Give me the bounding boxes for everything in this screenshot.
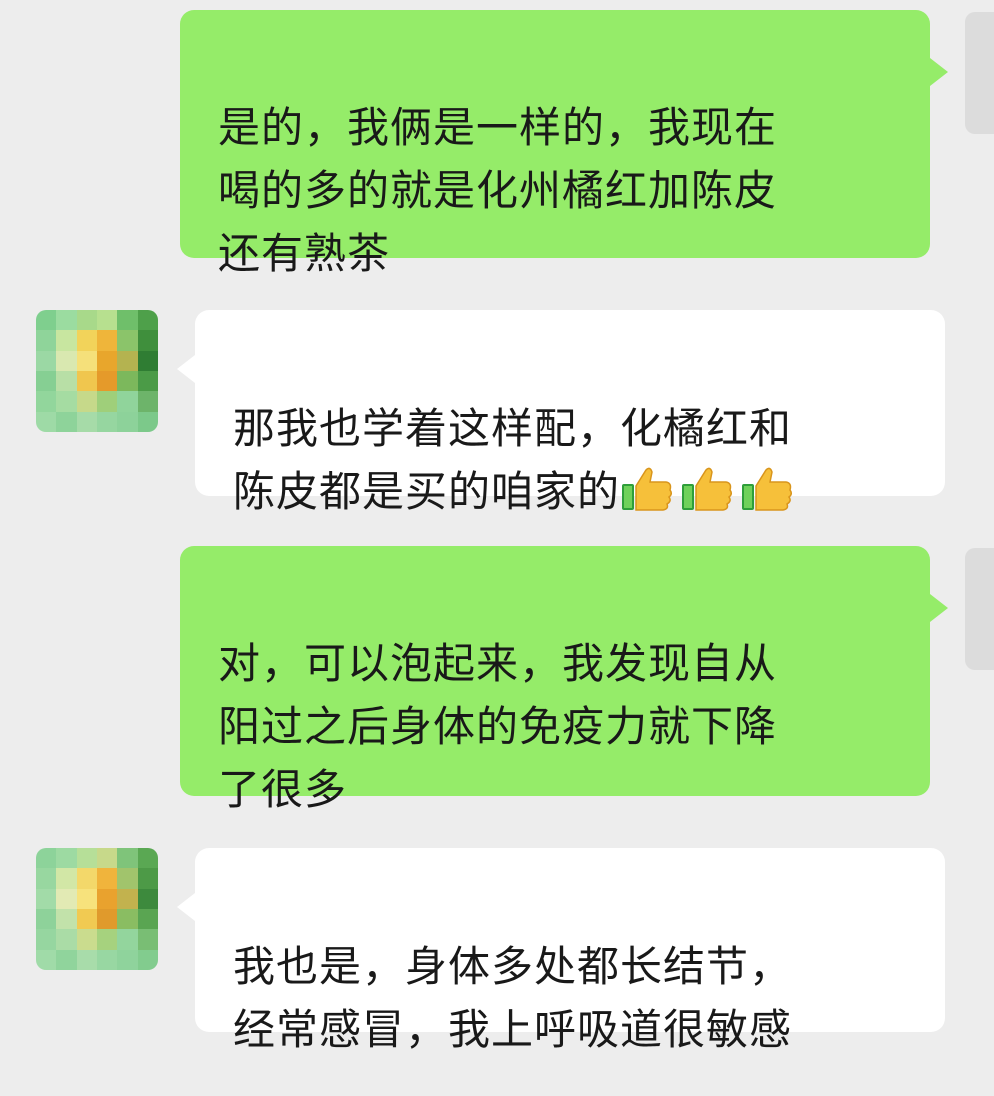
thumbs-up-icon [622, 467, 673, 511]
thumbs-up-icon [742, 467, 793, 511]
contact-avatar[interactable] [36, 848, 158, 970]
message-bubble-other[interactable]: 那我也学着这样配，化橘红和 陈皮都是买的咱家的 [195, 310, 945, 516]
message-bubble-own[interactable]: 是的，我俩是一样的，我现在 喝的多的就是化州橘红加陈皮 还有熟茶 [180, 10, 930, 278]
emoji-row [620, 467, 800, 516]
message-bubble-other[interactable]: 我也是，身体多处都长结节， 经常感冒，我上呼吸道很敏感 [195, 848, 945, 1054]
bubble-tail [930, 594, 948, 622]
message-text: 是的，我俩是一样的，我现在 喝的多的就是化州橘红加陈皮 还有熟茶 [218, 103, 778, 278]
bubble-tail [930, 58, 948, 86]
own-avatar[interactable] [965, 12, 994, 134]
own-avatar[interactable] [965, 548, 994, 670]
message-text: 对，可以泡起来，我发现自从 阳过之后身体的免疫力就下降 了很多 [218, 639, 778, 814]
bubble-tail [177, 355, 195, 383]
message-text: 我也是，身体多处都长结节， 经常感冒，我上呼吸道很敏感 [233, 942, 793, 1054]
thumbs-up-icon [682, 467, 733, 511]
message-bubble-own[interactable]: 对，可以泡起来，我发现自从 阳过之后身体的免疫力就下降 了很多 [180, 546, 930, 814]
contact-avatar[interactable] [36, 310, 158, 432]
bubble-tail [177, 893, 195, 921]
